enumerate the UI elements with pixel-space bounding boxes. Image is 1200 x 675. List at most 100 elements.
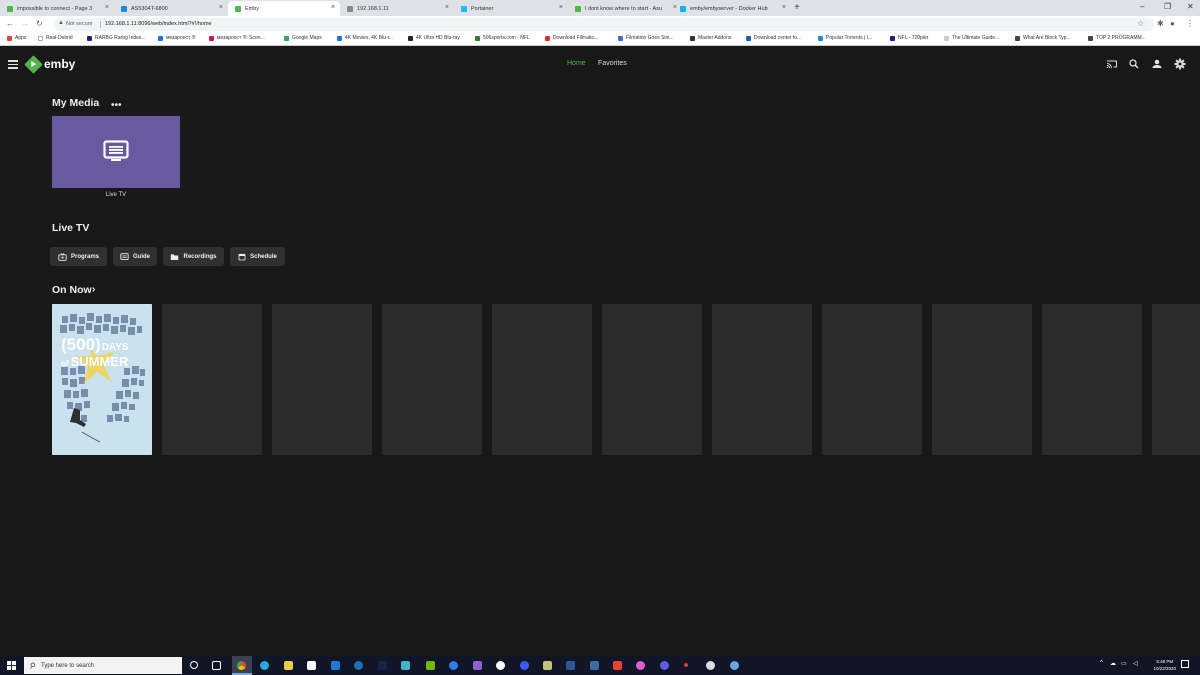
- taskbar-search-box[interactable]: Type here to search: [24, 657, 182, 674]
- chevron-right-icon[interactable]: ›: [92, 284, 95, 295]
- taskbar-clock[interactable]: 5:48 PM 10/22/2020: [1153, 658, 1176, 672]
- on-now-placeholder-card[interactable]: [602, 304, 702, 455]
- mail-icon[interactable]: [331, 661, 340, 670]
- tab-close-icon[interactable]: ×: [445, 4, 449, 11]
- itunes-icon[interactable]: [636, 661, 645, 670]
- browser-tab[interactable]: impossible to connect - Page 3 ×: [0, 1, 114, 16]
- app-globe-icon[interactable]: [730, 661, 739, 670]
- menu-icon[interactable]: ⋮: [1186, 19, 1194, 28]
- app-dark-icon[interactable]: [378, 661, 387, 670]
- file-explorer-icon[interactable]: [284, 661, 293, 670]
- tab-close-icon[interactable]: ×: [219, 4, 223, 11]
- reload-icon[interactable]: ↻: [36, 19, 43, 28]
- ccleaner-icon[interactable]: [496, 661, 505, 670]
- more-options-icon[interactable]: •••: [111, 100, 122, 111]
- nav-home[interactable]: Home: [567, 60, 586, 67]
- address-bar[interactable]: ▲ Not secure 192.168.1.11:8096/web/index…: [54, 18, 1154, 31]
- bookmark-item[interactable]: Download center fo...: [746, 35, 801, 41]
- profile-icon[interactable]: ●: [1170, 19, 1175, 28]
- bookmark-item[interactable]: Popular Torrents | I...: [818, 35, 872, 41]
- star-icon[interactable]: ☆: [1137, 19, 1144, 28]
- app-red-dot-icon[interactable]: [684, 663, 688, 667]
- nav-favorites[interactable]: Favorites: [598, 60, 627, 67]
- bookmark-item[interactable]: NFL - 720pier: [890, 35, 928, 41]
- office-icon[interactable]: [613, 661, 622, 670]
- extensions-icon[interactable]: ✱: [1157, 19, 1164, 28]
- windows-start-icon[interactable]: [7, 661, 16, 670]
- bookmark-item[interactable]: 4K Ultra HD Blu-ray: [408, 35, 460, 41]
- browser-tab[interactable]: emby/embyserver - Docker Hub ×: [673, 1, 791, 16]
- on-now-placeholder-card[interactable]: [1042, 304, 1142, 455]
- on-now-placeholder-card[interactable]: [712, 304, 812, 455]
- nvidia-icon[interactable]: [426, 661, 435, 670]
- url-text[interactable]: 192.168.1.11:8096/web/index.html?#!/home: [105, 21, 212, 27]
- network-icon[interactable]: ▭: [1121, 660, 1127, 667]
- cortana-icon[interactable]: [190, 661, 198, 669]
- bookmark-item[interactable]: Apps: [7, 35, 26, 41]
- app-teal-icon[interactable]: [401, 661, 410, 670]
- bookmark-item[interactable]: The Ultimate Guide...: [944, 35, 999, 41]
- bookmark-item[interactable]: TOP 2 PROGRAMM...: [1088, 35, 1146, 41]
- taskbar-chrome-active[interactable]: [232, 656, 252, 675]
- browser-tab[interactable]: 192.168.1.11 ×: [340, 1, 454, 16]
- bookmark-item[interactable]: Master Addons: [690, 35, 731, 41]
- browser-tab[interactable]: AS5304T-6800 ×: [114, 1, 228, 16]
- browser-tab[interactable]: Portainer ×: [454, 1, 568, 16]
- cast-icon[interactable]: [1106, 58, 1118, 70]
- bookmark-item[interactable]: RARBG Rarbg Index...: [87, 35, 146, 41]
- word-icon[interactable]: [566, 661, 575, 670]
- on-now-placeholder-card[interactable]: [822, 304, 922, 455]
- app-purple-icon[interactable]: [473, 661, 482, 670]
- schedule-button[interactable]: Schedule: [230, 247, 285, 266]
- bookmark-item[interactable]: 506sports.com - NFL: [475, 35, 530, 41]
- bookmark-item[interactable]: Download Filmatio...: [545, 35, 598, 41]
- settings-icon[interactable]: [1174, 58, 1186, 70]
- library-live-tv-label[interactable]: Live TV: [52, 192, 180, 198]
- programs-button[interactable]: Programs: [50, 247, 107, 266]
- browser-tab-active[interactable]: Emby ×: [228, 1, 340, 16]
- tray-chevron-up-icon[interactable]: ^: [1100, 660, 1103, 666]
- edge-icon[interactable]: [260, 661, 269, 670]
- forward-icon[interactable]: →: [21, 19, 29, 28]
- new-tab-icon[interactable]: +: [794, 2, 800, 13]
- minimize-icon[interactable]: –: [1140, 2, 1144, 11]
- settings-icon[interactable]: [706, 661, 715, 670]
- emby-logo[interactable]: emby: [24, 54, 75, 74]
- onedrive-icon[interactable]: ☁: [1110, 660, 1116, 667]
- on-now-placeholder-card[interactable]: [492, 304, 592, 455]
- bookmark-item[interactable]: Real-Debrid: [38, 35, 73, 41]
- library-live-tv-card[interactable]: [52, 116, 180, 188]
- tab-close-icon[interactable]: ×: [559, 4, 563, 11]
- app-violet-icon[interactable]: [660, 661, 669, 670]
- restore-icon[interactable]: ❐: [1164, 2, 1171, 11]
- recordings-button[interactable]: Recordings: [163, 247, 224, 266]
- on-now-placeholder-card[interactable]: [932, 304, 1032, 455]
- back-icon[interactable]: ←: [6, 19, 14, 28]
- bookmark-item[interactable]: мезароост ®: Scen...: [209, 35, 265, 41]
- app-tan-icon[interactable]: [543, 661, 552, 670]
- guide-button[interactable]: Guide: [113, 247, 157, 266]
- bookmark-item[interactable]: Filmation Goes Sini...: [618, 35, 674, 41]
- user-icon[interactable]: [1151, 58, 1163, 70]
- tab-close-icon[interactable]: ×: [105, 4, 109, 11]
- notifications-icon[interactable]: [1181, 660, 1189, 668]
- on-now-placeholder-card[interactable]: [272, 304, 372, 455]
- app-blue-icon[interactable]: [449, 661, 458, 670]
- app-round-icon[interactable]: [520, 661, 529, 670]
- window-close-icon[interactable]: ✕: [1187, 2, 1194, 11]
- bookmark-item[interactable]: 4K Movies, 4K Blu-r...: [337, 35, 393, 41]
- store-icon[interactable]: [307, 661, 316, 670]
- volume-icon[interactable]: ◁: [1133, 660, 1138, 667]
- tab-close-icon[interactable]: ×: [331, 4, 335, 11]
- bookmark-item[interactable]: Google Maps: [284, 35, 322, 41]
- tab-close-icon[interactable]: ×: [782, 4, 786, 11]
- app-c-icon[interactable]: [354, 661, 363, 670]
- on-now-poster-card[interactable]: (500)DAYS of SUMMER: [52, 304, 152, 455]
- search-icon[interactable]: [1128, 58, 1140, 70]
- on-now-placeholder-card[interactable]: [1152, 304, 1200, 455]
- on-now-placeholder-card[interactable]: [382, 304, 482, 455]
- menu-hamburger-icon[interactable]: [8, 60, 18, 69]
- bookmark-item[interactable]: What Are Block Typ...: [1015, 35, 1071, 41]
- on-now-title[interactable]: On Now: [52, 284, 92, 296]
- app-k-icon[interactable]: [590, 661, 599, 670]
